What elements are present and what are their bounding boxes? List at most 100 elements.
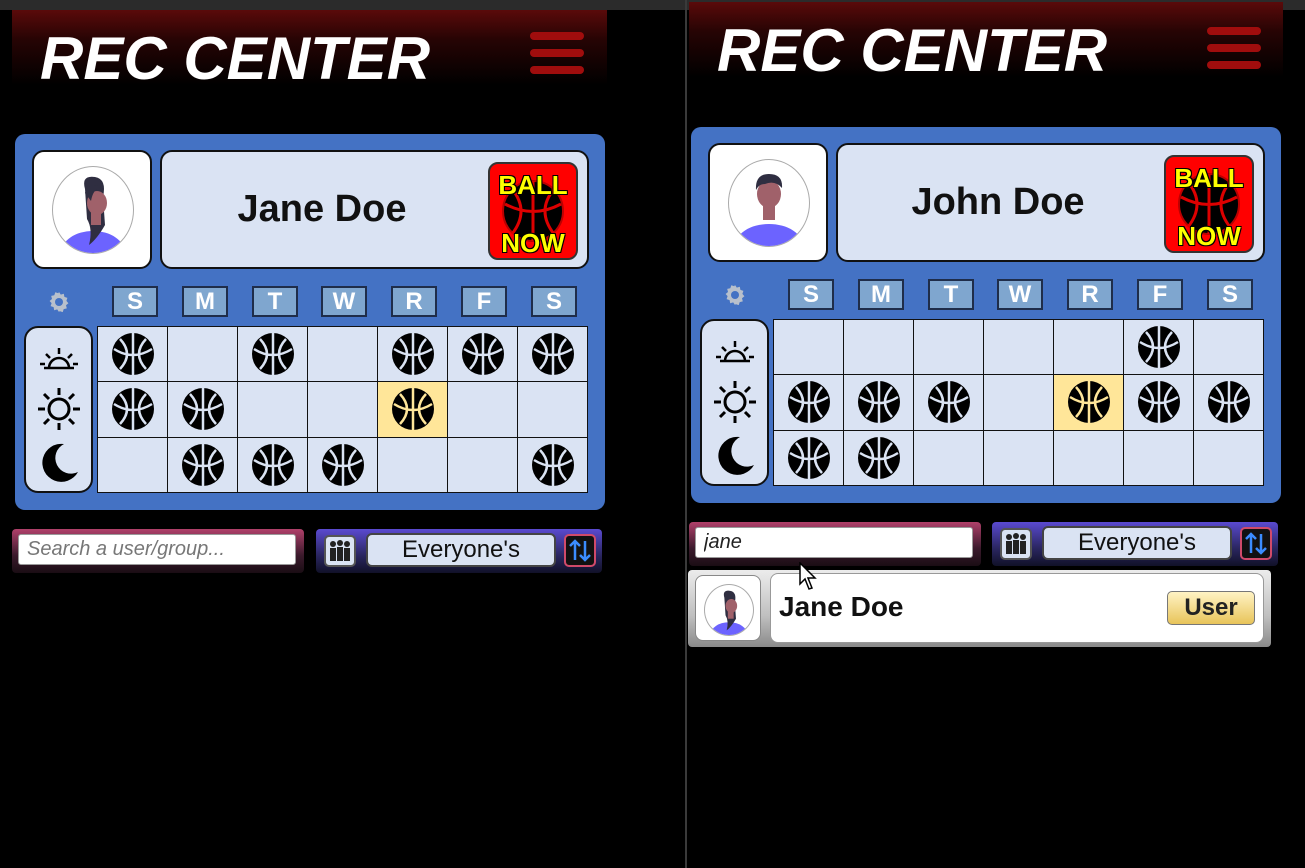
- slot-night-wed[interactable]: [984, 430, 1053, 485]
- slot-midday-wed[interactable]: [308, 382, 377, 437]
- filter-bar: Everyone's: [992, 522, 1278, 566]
- slot-morning-fri[interactable]: [1124, 320, 1193, 375]
- group-icon[interactable]: [1000, 528, 1032, 560]
- basketball-icon: [1137, 326, 1180, 369]
- time-of-day-column: [24, 326, 93, 493]
- slot-morning-wed[interactable]: [984, 320, 1053, 375]
- profile-name-box: Jane Doe BALL NOW: [160, 150, 589, 269]
- slot-morning-tue[interactable]: [238, 327, 307, 382]
- sun-icon: [714, 381, 756, 423]
- slot-night-thu[interactable]: [378, 437, 447, 492]
- basketball-icon: [111, 388, 154, 431]
- app-title: REC CENTER: [40, 25, 431, 92]
- basketball-icon: [927, 381, 970, 424]
- slot-midday-fri[interactable]: [448, 382, 517, 437]
- ball-now-button[interactable]: BALL NOW: [1164, 155, 1254, 253]
- slot-morning-tue[interactable]: [914, 320, 983, 375]
- basketball-icon: [787, 381, 830, 424]
- slot-night-wed[interactable]: [308, 437, 377, 492]
- result-avatar[interactable]: [695, 575, 761, 641]
- profile-avatar[interactable]: [32, 150, 152, 269]
- basketball-icon: [787, 436, 830, 479]
- slot-night-mon[interactable]: [168, 437, 237, 492]
- slot-morning-sun[interactable]: [98, 327, 167, 382]
- basketball-icon: [857, 381, 900, 424]
- result-type-badge: User: [1167, 591, 1255, 625]
- day-header-sun: S: [112, 286, 158, 317]
- slot-night-mon[interactable]: [844, 430, 913, 485]
- panel-left: REC CENTER Jane Doe BALL NOW S M T W R F…: [0, 0, 685, 868]
- search-bar: [689, 522, 981, 566]
- slot-night-tue[interactable]: [238, 437, 307, 492]
- slot-morning-sun[interactable]: [774, 320, 843, 375]
- slot-midday-thu[interactable]: [1054, 375, 1123, 430]
- slot-morning-mon[interactable]: [168, 327, 237, 382]
- mouse-cursor-icon: [799, 562, 817, 590]
- slot-morning-thu[interactable]: [378, 327, 447, 382]
- basketball-icon: [1137, 381, 1180, 424]
- settings-gear-icon[interactable]: [47, 290, 71, 314]
- menu-icon[interactable]: [530, 32, 584, 80]
- day-header-mon: M: [858, 279, 904, 310]
- ball-now-top-label: BALL: [1174, 163, 1244, 193]
- slot-night-sun[interactable]: [98, 437, 167, 492]
- slot-night-fri[interactable]: [1124, 430, 1193, 485]
- sort-arrows-icon[interactable]: [1240, 527, 1272, 560]
- slot-morning-fri[interactable]: [448, 327, 517, 382]
- sunrise-icon: [40, 348, 78, 370]
- time-of-day-column: [700, 319, 769, 486]
- day-header-mon: M: [182, 286, 228, 317]
- menu-icon[interactable]: [1207, 27, 1261, 75]
- woman-avatar-icon: [704, 584, 754, 636]
- moon-icon: [718, 436, 754, 475]
- slot-midday-thu[interactable]: [378, 382, 447, 437]
- search-result-item: Jane Doe User: [688, 570, 1271, 647]
- slot-morning-wed[interactable]: [308, 327, 377, 382]
- search-bar: [12, 529, 304, 573]
- slot-midday-sat[interactable]: [1194, 375, 1263, 430]
- result-name: Jane Doe: [779, 591, 904, 622]
- slot-midday-fri[interactable]: [1124, 375, 1193, 430]
- slot-midday-sun[interactable]: [774, 375, 843, 430]
- basketball-icon: [321, 443, 364, 486]
- view-filter-select[interactable]: Everyone's: [366, 533, 556, 567]
- slot-night-sat[interactable]: [1194, 430, 1263, 485]
- ball-now-button[interactable]: BALL NOW: [488, 162, 578, 260]
- day-header-tue: T: [928, 279, 974, 310]
- group-icon[interactable]: [324, 535, 356, 567]
- basketball-icon: [857, 436, 900, 479]
- settings-gear-icon[interactable]: [723, 283, 747, 307]
- slot-midday-tue[interactable]: [238, 382, 307, 437]
- slot-morning-sat[interactable]: [518, 327, 587, 382]
- slot-morning-thu[interactable]: [1054, 320, 1123, 375]
- slot-midday-tue[interactable]: [914, 375, 983, 430]
- slot-night-sat[interactable]: [518, 437, 587, 492]
- sort-arrows-icon[interactable]: [564, 534, 596, 567]
- man-avatar-icon: [728, 159, 810, 247]
- basketball-icon: [461, 333, 504, 376]
- slot-midday-sat[interactable]: [518, 382, 587, 437]
- profile-avatar[interactable]: [708, 143, 828, 262]
- basketball-icon: [181, 443, 224, 486]
- basketball-icon: [251, 443, 294, 486]
- slot-morning-sat[interactable]: [1194, 320, 1263, 375]
- view-filter-select[interactable]: Everyone's: [1042, 526, 1232, 560]
- basketball-icon: [391, 388, 434, 431]
- slot-midday-sun[interactable]: [98, 382, 167, 437]
- search-input[interactable]: [695, 527, 973, 558]
- slot-night-fri[interactable]: [448, 437, 517, 492]
- day-header-thu: R: [1067, 279, 1113, 310]
- slot-midday-mon[interactable]: [168, 382, 237, 437]
- slot-night-sun[interactable]: [774, 430, 843, 485]
- profile-name-box: John Doe BALL NOW: [836, 143, 1265, 262]
- slot-midday-wed[interactable]: [984, 375, 1053, 430]
- basketball-icon: [111, 333, 154, 376]
- day-header-fri: F: [461, 286, 507, 317]
- slot-night-thu[interactable]: [1054, 430, 1123, 485]
- day-header-sun: S: [788, 279, 834, 310]
- slot-midday-mon[interactable]: [844, 375, 913, 430]
- search-input[interactable]: [18, 534, 296, 565]
- result-name-box[interactable]: Jane Doe User: [770, 573, 1264, 643]
- slot-night-tue[interactable]: [914, 430, 983, 485]
- slot-morning-mon[interactable]: [844, 320, 913, 375]
